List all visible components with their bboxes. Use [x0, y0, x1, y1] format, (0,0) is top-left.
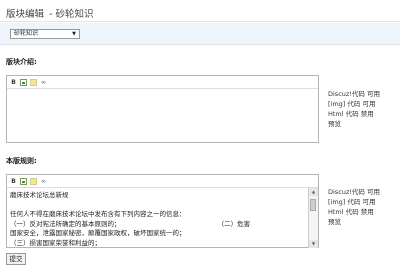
preview-link[interactable]: 预览	[328, 217, 380, 227]
scroll-thumb[interactable]	[310, 199, 316, 211]
bold-icon[interactable]: B	[10, 178, 17, 185]
rules-line: 国家安全，泄露国家秘密，颠覆国家政权，破坏国家统一的；	[10, 229, 186, 238]
image-icon[interactable]	[20, 78, 27, 86]
highlight-icon[interactable]	[30, 78, 37, 86]
rules-text: 磨床技术论坛总新规 任何人不得在磨床技术论坛中发布含有下列内容之一的信息： （一…	[10, 191, 306, 249]
intro-code-info: Discuz!代码 可用 [img] 代码 可用 Html 代码 禁用 预览	[328, 89, 380, 129]
rules-line: （三）损害国家荣誉和利益的；	[10, 238, 101, 247]
highlight-icon[interactable]	[30, 177, 37, 185]
page-title: 版块编辑 - 砂轮知识	[6, 6, 93, 20]
rules-toolbar: B ∞	[7, 175, 318, 188]
rules-line: 任何人不得在磨床技术论坛中发布含有下列内容之一的信息：	[10, 210, 186, 219]
discuz-code-status: Discuz!代码 可用	[328, 188, 380, 196]
intro-textarea[interactable]	[7, 89, 318, 143]
submit-button[interactable]: 提交	[6, 253, 26, 265]
rules-line: 磨床技术论坛总新规	[10, 191, 69, 199]
rules-textarea[interactable]: 磨床技术论坛总新规 任何人不得在磨床技术论坛中发布含有下列内容之一的信息： （一…	[7, 188, 318, 248]
chevron-down-icon: ▼	[72, 31, 76, 37]
img-code-status: [img] 代码 可用	[328, 100, 376, 108]
intro-editor: B ∞	[6, 75, 319, 143]
page-title-main: 版块编辑	[6, 9, 45, 20]
rules-line	[10, 201, 306, 211]
divider	[0, 21, 400, 22]
forum-select-value: 砂轮知识	[14, 30, 39, 37]
link-icon[interactable]: ∞	[40, 79, 47, 86]
rules-label: 本版规则:	[6, 157, 37, 165]
rules-code-info: Discuz!代码 可用 [img] 代码 可用 Html 代码 禁用 预览	[328, 187, 380, 227]
preview-link[interactable]: 预览	[328, 119, 380, 129]
rules-editor: B ∞ 磨床技术论坛总新规 任何人不得在磨床技术论坛中发布含有下列内容之一的信息…	[6, 174, 319, 248]
bold-icon[interactable]: B	[10, 79, 17, 86]
page-title-forum: - 砂轮知识	[49, 9, 94, 20]
forum-select[interactable]: 砂轮知识 ▼	[10, 29, 80, 39]
discuz-code-status: Discuz!代码 可用	[328, 90, 380, 98]
intro-toolbar: B ∞	[7, 76, 318, 89]
scroll-up-icon[interactable]: ▲	[309, 188, 318, 196]
rules-scrollbar[interactable]: ▲ ▼	[308, 188, 318, 248]
image-icon[interactable]	[20, 177, 27, 185]
html-code-status: Html 代码 禁用	[328, 110, 374, 118]
img-code-status: [img] 代码 可用	[328, 198, 376, 206]
rules-line: （一）反对宪法所确定的基本原则的； （二）危害	[10, 219, 251, 228]
html-code-status: Html 代码 禁用	[328, 208, 374, 216]
divider	[0, 44, 400, 45]
link-icon[interactable]: ∞	[40, 178, 47, 185]
scroll-down-icon[interactable]: ▼	[309, 240, 318, 248]
intro-label: 版块介绍:	[6, 58, 37, 66]
